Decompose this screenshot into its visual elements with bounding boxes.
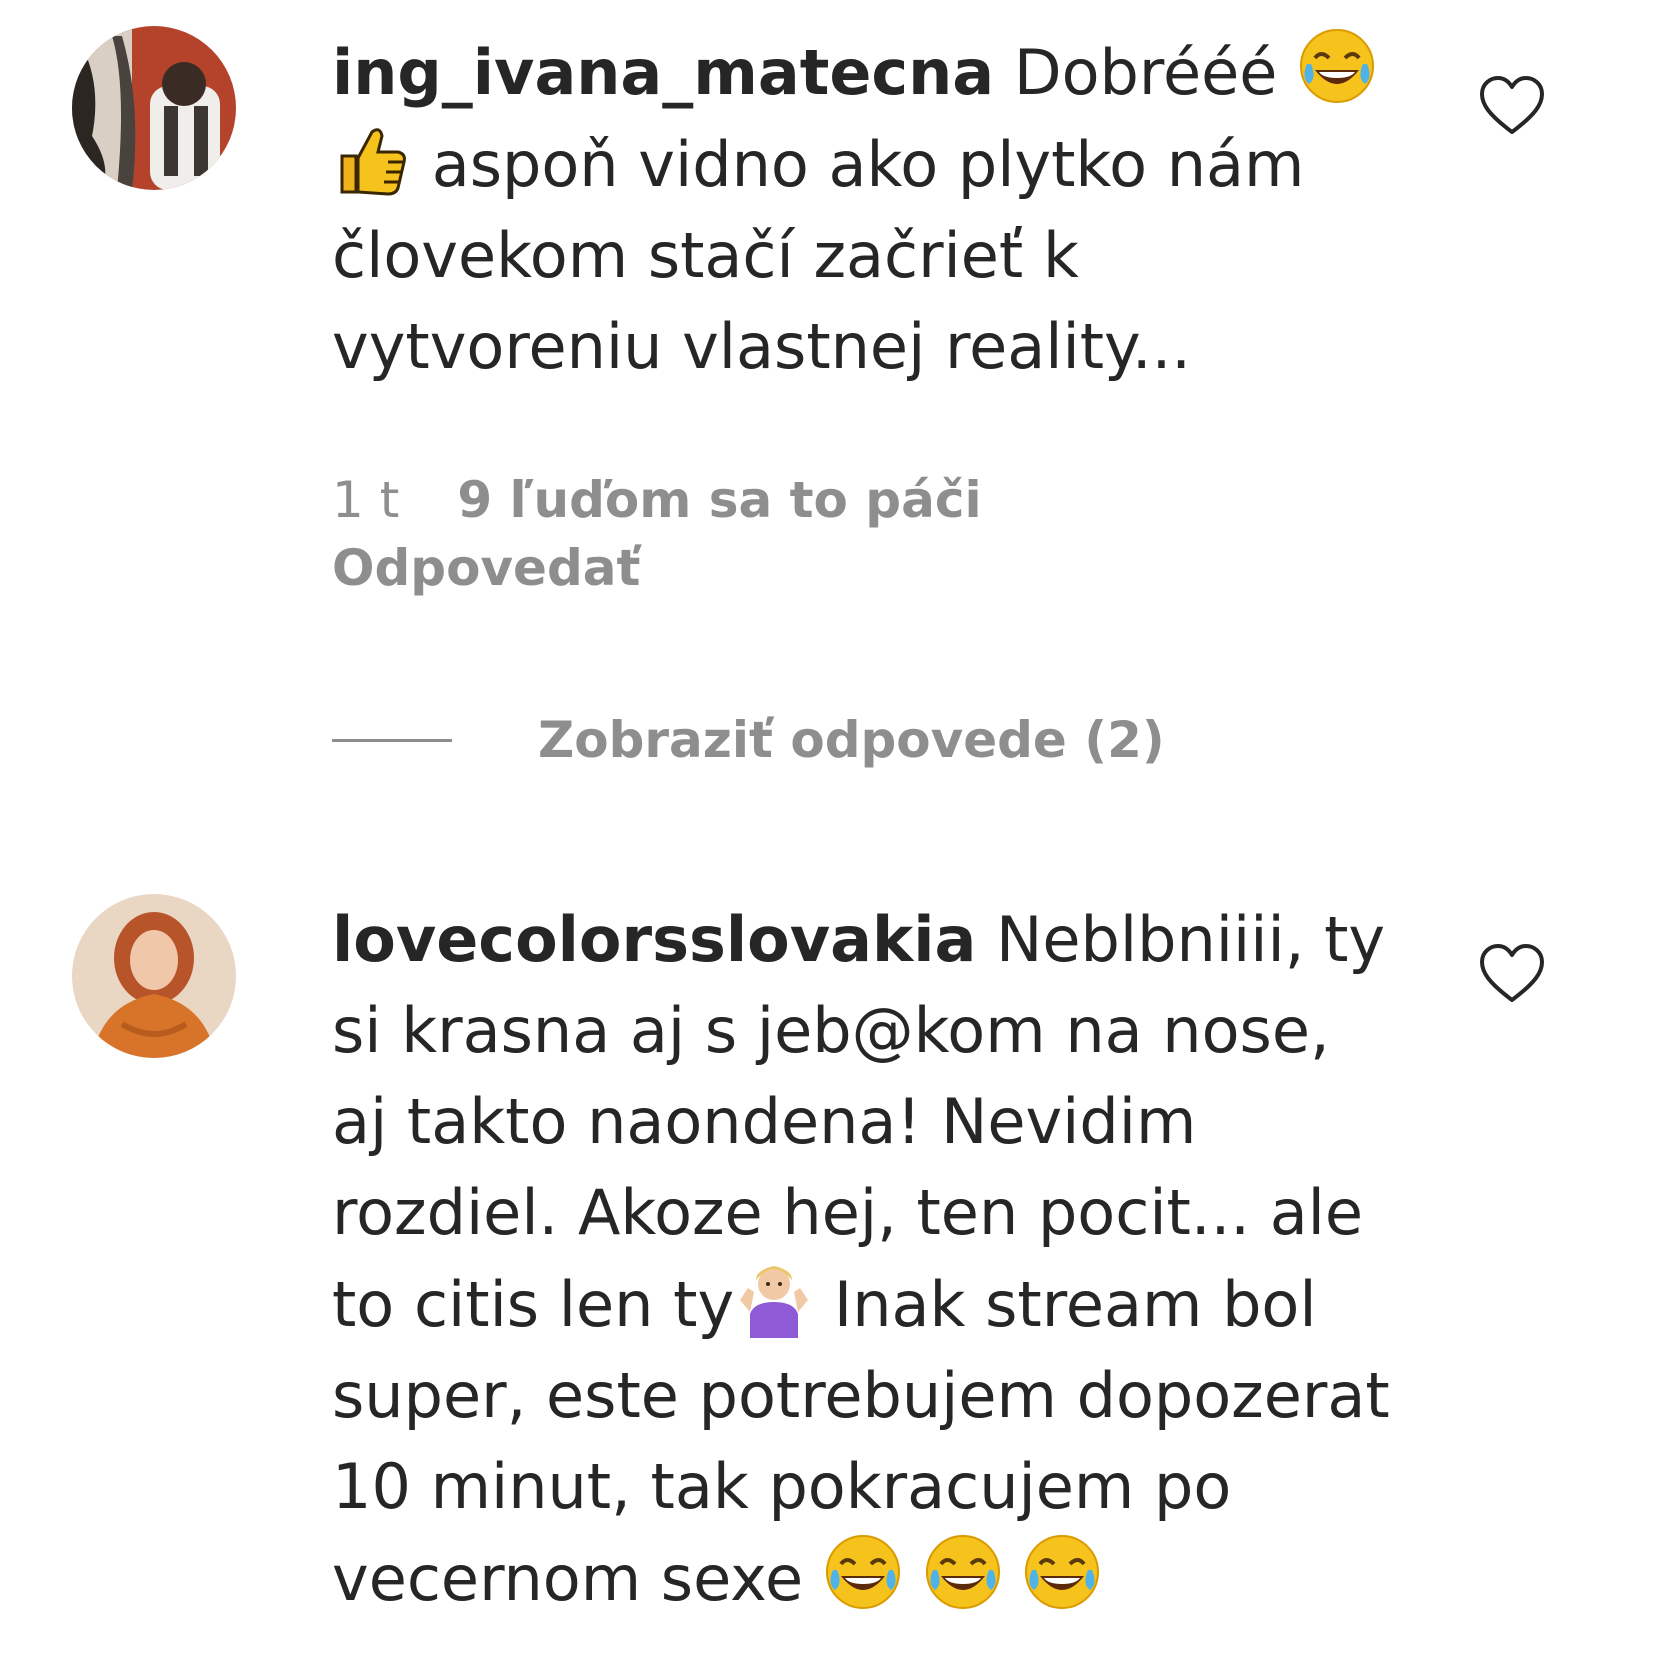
- avatar[interactable]: [72, 894, 236, 1058]
- shrug-icon: [734, 1258, 814, 1338]
- comment-body: Dobrééé: [1013, 36, 1278, 109]
- comment-meta: 1 t 9 ľuďom sa to páči Odpovedať: [332, 466, 982, 602]
- comment-username[interactable]: ing_ivana_matecna: [332, 36, 994, 109]
- reply-button[interactable]: Odpovedať: [332, 534, 982, 602]
- joy-emoji-icon: [1297, 26, 1377, 106]
- comment-likes[interactable]: 9 ľuďom sa to páči: [457, 471, 981, 529]
- joy-emoji-icon: [923, 1532, 1003, 1612]
- like-heart-icon[interactable]: [1478, 74, 1546, 138]
- joy-emoji-icon: [1022, 1532, 1102, 1612]
- comment-text: lovecolorsslovakia Neblbniiii, ty si kra…: [332, 894, 1392, 1624]
- comment-body-continued: aspoň vidno ako plytko nám človekom stač…: [332, 128, 1305, 383]
- like-heart-icon[interactable]: [1478, 942, 1546, 1006]
- joy-emoji-icon: [823, 1532, 903, 1612]
- comment-text: ing_ivana_matecna Dobrééé aspoň vidno ak…: [332, 26, 1392, 392]
- thumbs-up-icon: [332, 118, 412, 198]
- view-replies-button[interactable]: Zobraziť odpovede (2): [332, 700, 1165, 780]
- view-replies-line: [332, 738, 452, 742]
- view-replies-label: Zobraziť odpovede (2): [538, 711, 1165, 769]
- comment-username[interactable]: lovecolorsslovakia: [332, 903, 976, 976]
- comment-time[interactable]: 1 t: [332, 471, 399, 529]
- avatar[interactable]: [72, 26, 236, 190]
